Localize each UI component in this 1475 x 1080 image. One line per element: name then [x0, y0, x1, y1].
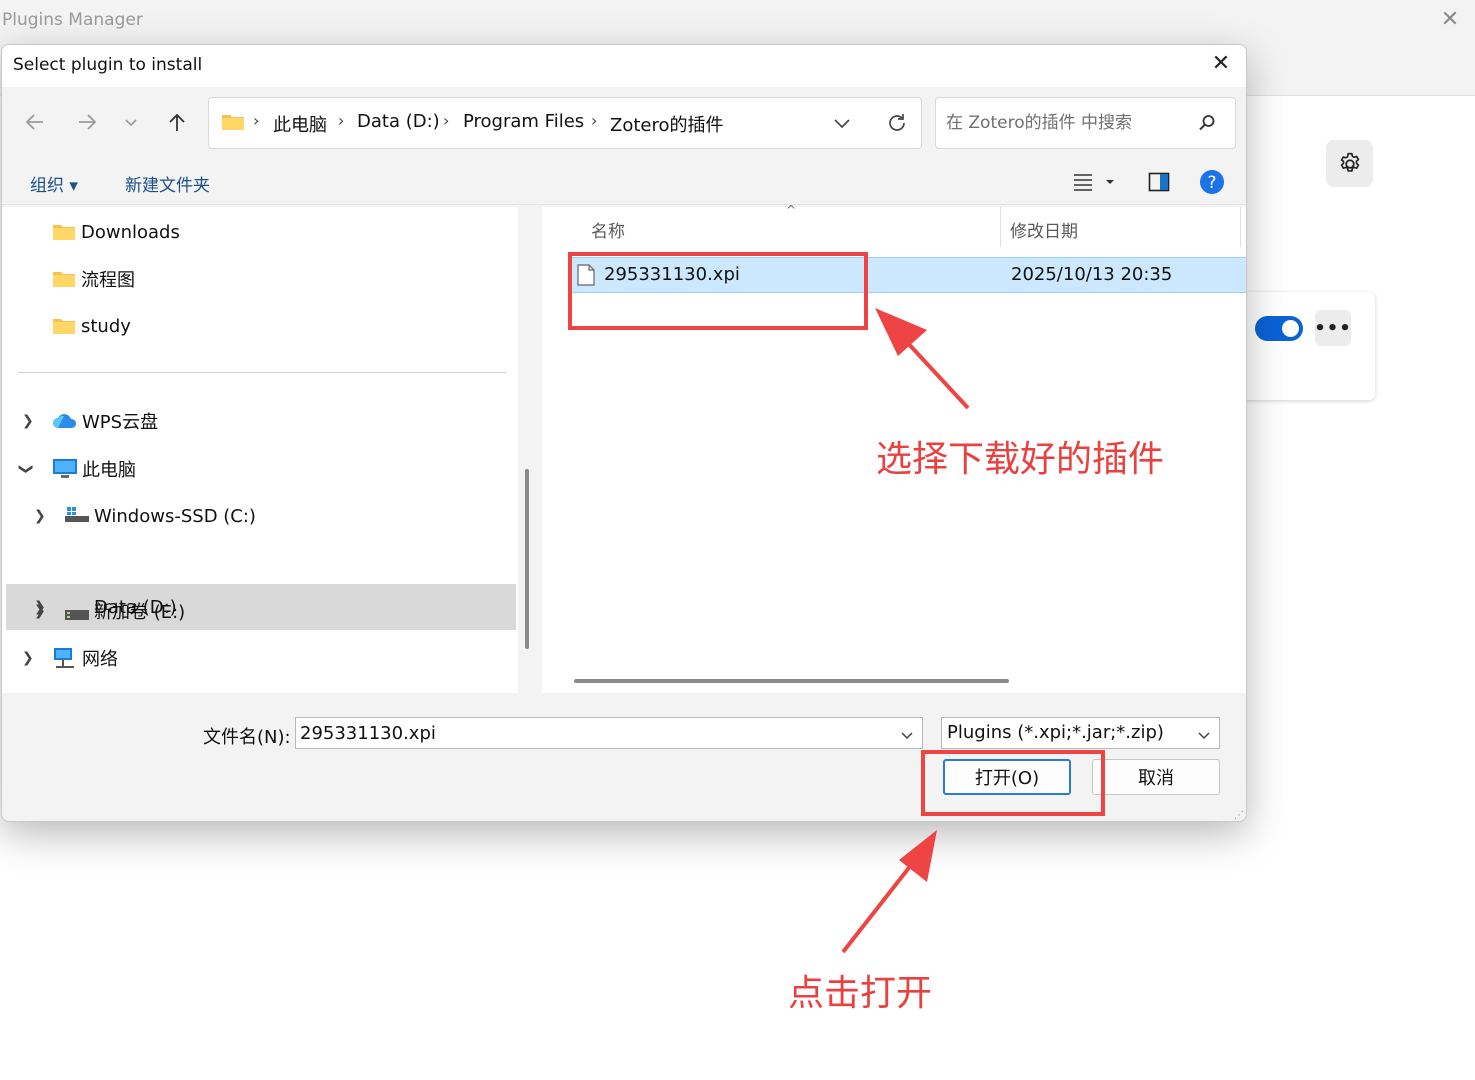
tree-item-study[interactable]: study	[2, 303, 518, 349]
annotation-click-hint: 点击打开	[788, 973, 933, 1014]
tree-divider	[18, 372, 506, 373]
breadcrumb-data-d[interactable]: Data (D:)	[357, 111, 440, 132]
network-icon	[52, 646, 78, 675]
tree-item-drive-c[interactable]: ❯ Windows-SSD (C:)	[2, 493, 518, 539]
tree-item-label: study	[81, 315, 131, 337]
arrow-left-icon	[25, 114, 43, 130]
chevron-right-icon[interactable]: ❯	[34, 508, 46, 524]
tree-item-network[interactable]: ❯ 网络	[2, 635, 518, 681]
chevron-down-icon	[125, 119, 137, 127]
breadcrumb-zotero-plugins[interactable]: Zotero的插件	[610, 111, 724, 137]
tree-item-flowchart[interactable]: 流程图	[2, 256, 518, 302]
tree-item-downloads[interactable]: Downloads	[2, 209, 518, 255]
computer-icon	[52, 458, 78, 485]
list-view-icon	[1074, 174, 1114, 191]
recent-locations-button[interactable]	[116, 107, 146, 137]
arrow-up-icon	[169, 113, 185, 131]
search-input[interactable]	[946, 110, 1186, 136]
toggle-knob	[1282, 320, 1299, 337]
dialog-title: Select plugin to install	[13, 55, 203, 75]
tree-item-label: Windows-SSD (C:)	[94, 505, 256, 527]
plugins-manager-close-button[interactable]: ✕	[1436, 6, 1464, 34]
tree-item-label: 流程图	[81, 270, 135, 291]
address-bar[interactable]: › 此电脑 › Data (D:) › Program Files › Zote…	[208, 97, 922, 149]
resize-grip-icon[interactable]: ⋰	[1234, 810, 1244, 821]
chevron-down-icon[interactable]: ❯	[18, 463, 34, 475]
up-button[interactable]	[162, 107, 192, 137]
tree-item-this-pc[interactable]: ❯ 此电脑	[2, 446, 518, 492]
organize-menu[interactable]: 组织 ▾	[30, 171, 78, 196]
preview-pane-button[interactable]	[1148, 171, 1170, 197]
chevron-down-icon[interactable]	[900, 727, 914, 746]
file-type-select[interactable]: Plugins (*.xpi;*.jar;*.zip)	[941, 717, 1220, 749]
navigation-scrollbar[interactable]	[525, 469, 529, 649]
column-divider[interactable]	[1000, 207, 1001, 247]
tree-item-label: 网络	[82, 649, 118, 670]
dialog-close-button[interactable]: ✕	[1208, 51, 1234, 77]
chevron-right-icon[interactable]: ❯	[22, 650, 34, 666]
plugin-more-button[interactable]: •••	[1314, 310, 1351, 346]
tree-item-label: WPS云盘	[82, 412, 159, 433]
dialog-titlebar: Select plugin to install ✕	[2, 45, 1246, 87]
gear-icon	[1340, 152, 1359, 172]
back-button[interactable]	[20, 107, 50, 137]
help-icon: ?	[1200, 170, 1224, 194]
preview-pane-icon	[1148, 172, 1170, 192]
file-modified-date: 2025/10/13 20:35	[1011, 264, 1173, 285]
file-type-value: Plugins (*.xpi;*.jar;*.zip)	[947, 722, 1164, 743]
column-header-name[interactable]: 名称	[591, 217, 625, 242]
cancel-button[interactable]: 取消	[1092, 759, 1220, 795]
folder-icon	[221, 113, 245, 135]
search-icon[interactable]	[1197, 113, 1217, 137]
settings-gear-button[interactable]	[1326, 140, 1373, 187]
filename-combobox[interactable]	[295, 717, 923, 749]
column-header-date[interactable]: 修改日期	[1010, 217, 1078, 242]
plugin-enable-toggle[interactable]	[1255, 316, 1303, 341]
search-box[interactable]	[935, 97, 1236, 149]
address-history-dropdown[interactable]	[831, 112, 853, 138]
tree-item-label: Downloads	[81, 221, 180, 243]
annotation-highlight-file	[568, 252, 868, 330]
annotation-highlight-open	[921, 750, 1105, 816]
folder-icon	[52, 317, 76, 340]
arrow-right-icon	[79, 114, 97, 130]
help-button[interactable]: ?	[1199, 169, 1225, 199]
plugins-manager-title: Plugins Manager	[2, 10, 143, 30]
chevron-right-icon[interactable]: ❯	[22, 413, 34, 429]
column-divider[interactable]	[1240, 207, 1241, 247]
tree-item-drive-e[interactable]: ❯ 新加卷 (E:)	[2, 588, 518, 634]
chevron-down-icon	[1197, 727, 1211, 746]
tree-item-label: 新加卷 (E:)	[94, 602, 186, 623]
view-options-button[interactable]	[1072, 171, 1118, 197]
plugin-card	[1240, 292, 1375, 400]
navigation-pane: Downloads 流程图 study ❯ WPS云盘 ❯ 此电脑 ❯ Wind…	[2, 207, 518, 693]
refresh-button[interactable]	[885, 111, 909, 139]
chevron-right-icon[interactable]: ❯	[34, 603, 46, 619]
folder-icon	[52, 270, 76, 293]
drive-icon	[64, 606, 90, 627]
breadcrumb-separator: ›	[443, 111, 450, 130]
svg-text:?: ?	[1207, 173, 1216, 193]
refresh-icon	[889, 114, 905, 131]
command-bar: 组织 ▾ 新建文件夹 ?	[2, 159, 1246, 205]
file-list-scrollbar[interactable]	[574, 679, 1009, 683]
filename-label: 文件名(N):	[203, 727, 291, 748]
annotation-select-hint: 选择下载好的插件	[876, 439, 1165, 480]
breadcrumb-separator: ›	[591, 111, 598, 130]
sort-ascending-icon: ^	[786, 203, 797, 217]
new-folder-button[interactable]: 新建文件夹	[125, 171, 210, 196]
cloud-icon	[52, 411, 78, 436]
system-drive-icon	[64, 505, 90, 530]
folder-icon	[52, 223, 76, 246]
filename-input[interactable]	[300, 721, 880, 745]
forward-button[interactable]	[72, 107, 102, 137]
breadcrumb-program-files[interactable]: Program Files	[463, 111, 584, 132]
breadcrumb-separator: ›	[253, 111, 260, 130]
breadcrumb-separator: ›	[338, 111, 345, 130]
chevron-down-icon	[834, 119, 850, 129]
breadcrumb-this-pc[interactable]: 此电脑	[273, 111, 327, 137]
tree-item-wps-cloud[interactable]: ❯ WPS云盘	[2, 398, 518, 444]
tree-item-label: 此电脑	[82, 460, 136, 481]
